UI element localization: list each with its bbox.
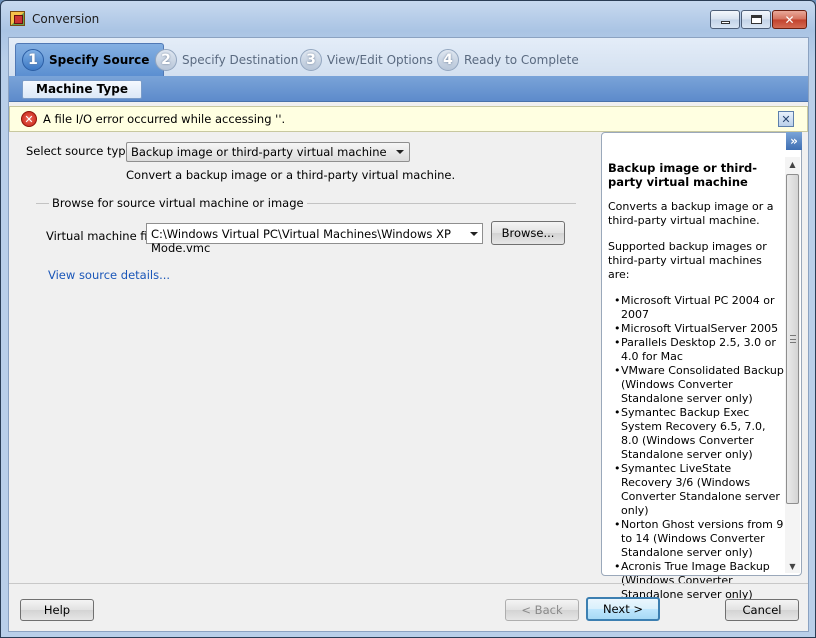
title-bar[interactable]: Conversion ✕	[1, 1, 815, 37]
view-source-details-link[interactable]: View source details...	[48, 268, 170, 282]
source-type-value: Backup image or third-party virtual mach…	[131, 145, 387, 159]
list-item: Parallels Desktop 2.5, 3.0 or 4.0 for Ma…	[608, 336, 784, 364]
step-view-edit-options[interactable]: 3 View/Edit Options	[300, 43, 433, 76]
main-panel: Select source type: Backup image or thir…	[9, 132, 599, 584]
help-paragraph: Supported backup images or third-party v…	[608, 240, 767, 281]
wizard-steps: 1 Specify Source 2 Specify Destination 3…	[9, 38, 808, 76]
vertical-scrollbar[interactable]: ▲ ▼	[785, 157, 800, 573]
minimize-button[interactable]	[710, 10, 740, 29]
scroll-down-icon[interactable]: ▼	[785, 559, 800, 573]
vm-file-combobox[interactable]: C:\Windows Virtual PC\Virtual Machines\W…	[146, 223, 483, 255]
sub-tab-bar: Machine Type	[9, 76, 808, 102]
help-title: Backup image or third-party virtual mach…	[608, 161, 758, 189]
vm-file-label: Virtual machine file:	[46, 229, 162, 243]
minimize-icon	[720, 21, 730, 24]
conversion-window: Conversion ✕ 1 Specify Source 2 Specify …	[0, 0, 816, 638]
step-label: Specify Destination	[182, 52, 299, 67]
close-icon: ✕	[784, 12, 795, 27]
step-specify-destination[interactable]: 2 Specify Destination	[155, 43, 298, 76]
help-content: Backup image or third-party virtual mach…	[608, 161, 784, 602]
step-number: 2	[155, 48, 177, 71]
list-item: Symantec Backup Exec System Recovery 6.5…	[608, 406, 784, 462]
group-label: Browse for source virtual machine or ima…	[49, 196, 307, 210]
scroll-up-icon[interactable]: ▲	[785, 157, 800, 171]
scroll-thumb[interactable]	[786, 174, 799, 504]
step-number: 1	[22, 49, 44, 71]
list-item: Microsoft VirtualServer 2005	[608, 322, 784, 336]
step-number: 4	[437, 48, 459, 71]
browse-label: Browse...	[501, 226, 555, 240]
footer-divider	[9, 583, 808, 584]
tab-machine-type[interactable]: Machine Type	[22, 80, 142, 99]
browse-button[interactable]: Browse...	[491, 221, 565, 245]
next-button[interactable]: Next >	[586, 597, 660, 621]
step-specify-source[interactable]: 1 Specify Source	[15, 43, 165, 76]
step-label: Specify Source	[49, 53, 150, 67]
chevron-down-icon	[470, 232, 478, 236]
list-item: Norton Ghost versions from 9 to 14 (Wind…	[608, 518, 784, 560]
maximize-icon	[750, 15, 762, 24]
app-icon	[10, 11, 25, 26]
error-bar: ✕ A file I/O error occurred while access…	[9, 106, 808, 132]
help-label: Help	[43, 603, 71, 617]
error-icon: ✕	[21, 111, 37, 127]
help-paragraph: Converts a backup image or a third-party…	[608, 200, 774, 227]
chevron-down-icon	[396, 150, 404, 154]
list-item: VMware Consolidated Backup (Windows Conv…	[608, 364, 784, 406]
step-ready-to-complete[interactable]: 4 Ready to Complete	[437, 43, 579, 76]
supported-list: Microsoft Virtual PC 2004 or 2007 Micros…	[608, 294, 784, 602]
collapse-panel-button[interactable]: »	[786, 132, 802, 150]
step-label: Ready to Complete	[464, 52, 579, 67]
source-type-select[interactable]: Backup image or third-party virtual mach…	[126, 142, 410, 162]
help-button[interactable]: Help	[20, 599, 94, 621]
window-title: Conversion	[32, 12, 100, 26]
close-button[interactable]: ✕	[772, 10, 807, 29]
step-label: View/Edit Options	[327, 52, 433, 67]
vm-file-value: C:\Windows Virtual PC\Virtual Machines\W…	[151, 227, 451, 255]
list-item: Symantec LiveState Recovery 3/6 (Windows…	[608, 462, 784, 518]
source-type-label: Select source type:	[26, 144, 137, 158]
step-number: 3	[300, 48, 322, 71]
close-icon: ✕	[781, 112, 791, 126]
client-area: 1 Specify Source 2 Specify Destination 3…	[8, 37, 809, 632]
source-type-description: Convert a backup image or a third-party …	[126, 168, 456, 182]
back-button: < Back	[505, 599, 579, 621]
source-type-row: Select source type:	[26, 144, 137, 158]
cancel-button[interactable]: Cancel	[725, 599, 799, 621]
dismiss-error-button[interactable]: ✕	[778, 111, 794, 127]
list-item: Acronis True Image Backup (Windows Conve…	[608, 560, 784, 602]
next-label: Next >	[602, 602, 644, 616]
maximize-button[interactable]	[741, 10, 771, 29]
list-item: Microsoft Virtual PC 2004 or 2007	[608, 294, 784, 322]
help-side-panel: » Backup image or third-party virtual ma…	[601, 132, 802, 601]
error-message: A file I/O error occurred while accessin…	[43, 112, 286, 126]
back-label: < Back	[521, 603, 563, 617]
cancel-label: Cancel	[742, 603, 782, 617]
grip-icon	[790, 335, 796, 343]
